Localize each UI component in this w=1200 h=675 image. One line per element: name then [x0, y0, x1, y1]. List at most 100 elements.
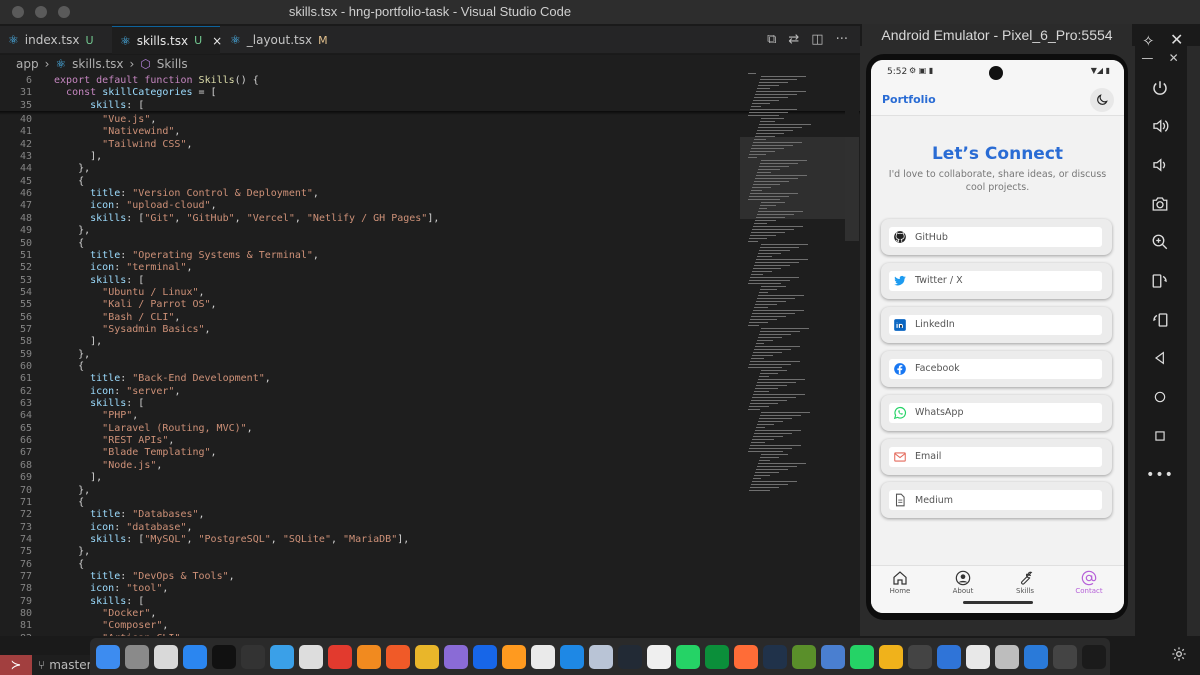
back-button[interactable] — [1135, 344, 1185, 372]
vlc-icon[interactable] — [357, 644, 381, 669]
cube-icon[interactable] — [270, 644, 294, 669]
tablet-icon[interactable] — [1053, 644, 1077, 669]
contact-link-medium[interactable]: Medium — [881, 482, 1112, 519]
firefox-icon[interactable] — [473, 644, 497, 669]
chatgpt-icon[interactable] — [531, 644, 555, 669]
code-line[interactable]: "Docker", — [54, 608, 156, 619]
close-tab-icon[interactable]: × — [212, 34, 222, 48]
rotate-right-button[interactable] — [1135, 306, 1185, 334]
code-line[interactable]: "Blade Templating", — [54, 447, 216, 458]
finder-icon[interactable] — [96, 644, 120, 669]
notes-icon[interactable] — [299, 644, 323, 669]
code-line[interactable]: "Node.js", — [54, 460, 162, 471]
code-line[interactable]: }, — [54, 349, 90, 360]
emulator-window-controls[interactable]: — ✕ — [1135, 48, 1185, 68]
code-line[interactable]: skills: ["MySQL", "PostgreSQL", "SQLite"… — [54, 534, 409, 545]
code-line[interactable]: ], — [54, 336, 102, 347]
brave-icon[interactable] — [386, 644, 410, 669]
code-line[interactable]: icon: "database", — [54, 522, 192, 533]
breadcrumb-symbol[interactable]: Skills — [157, 57, 188, 71]
code-line[interactable]: "Ubuntu / Linux", — [54, 287, 204, 298]
code-line[interactable]: title: "Databases", — [54, 509, 204, 520]
code-line[interactable]: "Laravel (Routing, MVC)", — [54, 423, 253, 434]
clock-icon[interactable] — [1082, 644, 1106, 669]
zoom-button[interactable] — [1135, 228, 1185, 256]
contact-link-github[interactable]: GitHub — [881, 219, 1112, 255]
home-button[interactable] — [1135, 383, 1185, 411]
breadcrumb-file[interactable]: skills.tsx — [72, 57, 123, 71]
nav-home[interactable]: Home — [875, 570, 925, 595]
whatsapp2-icon[interactable] — [850, 644, 874, 669]
code-line[interactable]: "PHP", — [54, 410, 138, 421]
trash-icon[interactable] — [995, 644, 1019, 669]
contact-link-button[interactable]: Medium — [889, 490, 1102, 511]
volume-down-button[interactable] — [1135, 151, 1185, 179]
more-options-button[interactable]: ••• — [1135, 461, 1185, 489]
code-line[interactable]: }, — [54, 546, 90, 557]
postman-icon[interactable] — [734, 644, 758, 669]
gesture-bar[interactable] — [963, 601, 1033, 604]
code-line[interactable]: }, — [54, 163, 90, 174]
code-line[interactable]: ], — [54, 472, 102, 483]
code-line[interactable]: { — [54, 559, 84, 570]
rotate-left-button[interactable] — [1135, 267, 1185, 295]
nav-contact[interactable]: Contact — [1064, 570, 1114, 595]
code-line[interactable]: }, — [54, 225, 90, 236]
breadcrumb-folder[interactable]: app — [16, 57, 39, 71]
code-line[interactable]: { — [54, 238, 84, 249]
split-editor-icon[interactable]: ◫ — [811, 32, 823, 47]
close-emulator-icon[interactable]: ✕ — [1170, 30, 1183, 49]
terminal-icon[interactable] — [212, 644, 236, 669]
phone-screen[interactable]: 5:52 ⚙ ▣ ▮ ▼◢ ▮ Portfolio Let’s Connect … — [871, 60, 1124, 613]
app-store-icon[interactable] — [183, 644, 207, 669]
sticky-code-line[interactable]: export default function Skills() { — [54, 75, 259, 86]
overview-button[interactable] — [1135, 422, 1185, 450]
screenshot-button[interactable] — [1135, 190, 1185, 218]
code-line[interactable]: "Tailwind CSS", — [54, 139, 192, 150]
sticky-code-line[interactable]: skills: [ — [54, 100, 144, 111]
code-line[interactable]: skills: [ — [54, 398, 144, 409]
more-actions-icon[interactable]: ··· — [836, 32, 848, 47]
contact-link-twitter-x[interactable]: Twitter / X — [881, 262, 1112, 299]
code-line[interactable]: icon: "upload-cloud", — [54, 200, 216, 211]
code-line[interactable]: "REST APIs", — [54, 435, 174, 446]
pin-icon[interactable]: ✧ — [1142, 32, 1155, 50]
vscode-icon[interactable] — [560, 644, 584, 669]
code-line[interactable]: title: "Version Control & Deployment", — [54, 188, 319, 199]
drive-icon[interactable] — [937, 644, 961, 669]
code-line[interactable]: ], — [54, 151, 102, 162]
contact-link-button[interactable]: Email — [889, 446, 1102, 467]
code-line[interactable]: "Sysadmin Basics", — [54, 324, 210, 335]
minimap[interactable] — [742, 73, 842, 636]
code-editor[interactable]: 6 export default function Skills() {31 co… — [0, 73, 860, 636]
box-icon[interactable] — [792, 644, 816, 669]
sticky-code-line[interactable]: const skillCategories = [ — [54, 87, 217, 98]
contact-link-button[interactable]: LinkedIn — [889, 314, 1102, 335]
contact-link-button[interactable]: Facebook — [889, 358, 1102, 379]
android-studio-icon[interactable] — [618, 644, 642, 669]
code-line[interactable]: { — [54, 176, 84, 187]
contact-link-button[interactable]: GitHub — [889, 227, 1102, 247]
volume-up-button[interactable] — [1135, 112, 1185, 140]
branch-name[interactable]: master — [49, 658, 91, 672]
contact-link-button[interactable]: WhatsApp — [889, 402, 1102, 423]
preview-icon[interactable] — [589, 644, 613, 669]
contact-link-facebook[interactable]: Facebook — [881, 350, 1112, 387]
chrome-icon[interactable] — [415, 644, 439, 669]
finder2-icon[interactable] — [1024, 644, 1048, 669]
code-line[interactable]: "Nativewind", — [54, 126, 180, 137]
compare-icon[interactable]: ⇄ — [788, 32, 799, 47]
code-line[interactable]: "Bash / CLI", — [54, 312, 180, 323]
remote-icon[interactable]: ≻ — [0, 655, 32, 675]
vim-icon[interactable] — [705, 644, 729, 669]
settings-gear-icon[interactable] — [1168, 643, 1190, 665]
warp-icon[interactable] — [241, 644, 265, 669]
contact-link-linkedin[interactable]: LinkedIn — [881, 306, 1112, 343]
code-line[interactable]: { — [54, 497, 84, 508]
launchpad-icon[interactable] — [154, 644, 178, 669]
editor-scrollbar-thumb[interactable] — [845, 137, 859, 241]
code-line[interactable]: skills: [ — [54, 596, 144, 607]
utility-icon[interactable] — [908, 644, 932, 669]
wireshark-icon[interactable] — [821, 644, 845, 669]
contact-link-whatsapp[interactable]: WhatsApp — [881, 394, 1112, 431]
